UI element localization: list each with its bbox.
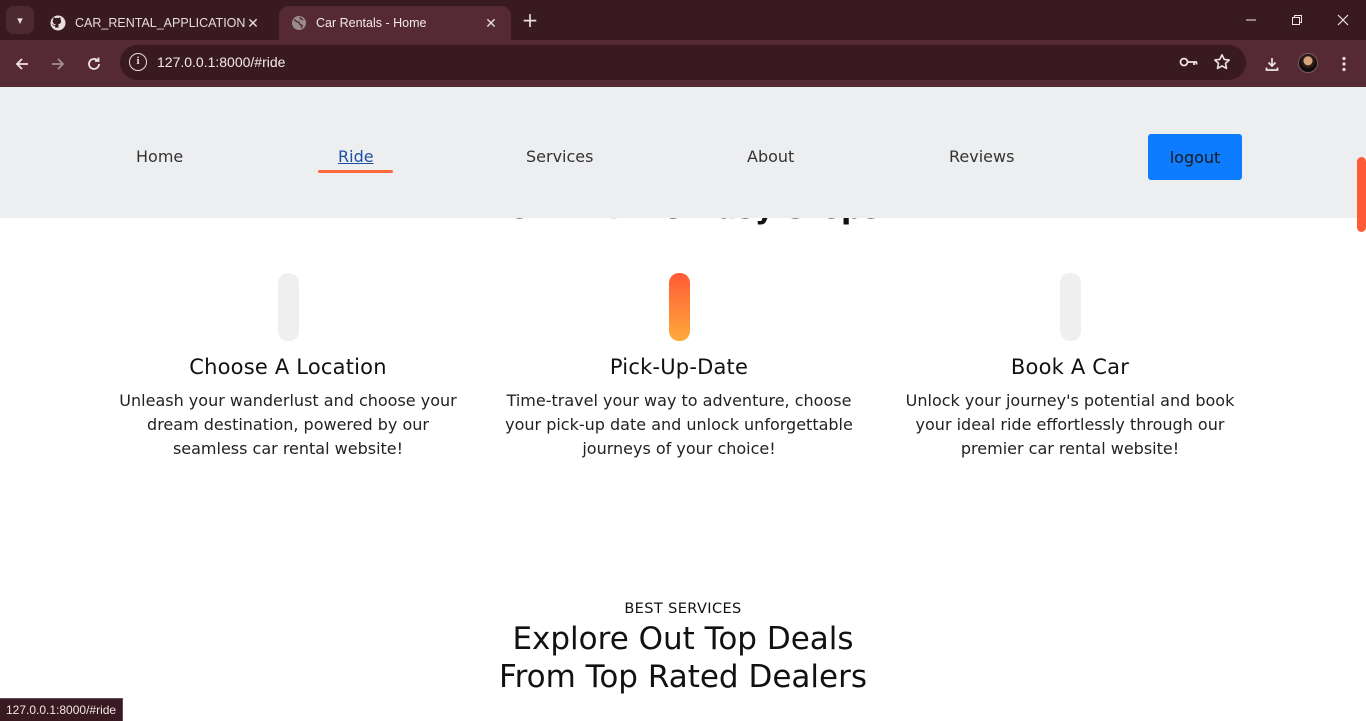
step-card-location: Choose A Location Unleash your wanderlus… <box>108 273 468 461</box>
forward-button[interactable] <box>45 51 71 77</box>
browser-toolbar: i 127.0.0.1:8000/#ride <box>0 40 1366 87</box>
profile-avatar[interactable] <box>1298 53 1318 73</box>
password-key-icon[interactable] <box>1178 51 1200 73</box>
site-navbar: Home Ride Services About Reviews logout <box>0 87 1366 218</box>
site-info-icon[interactable]: i <box>129 53 147 71</box>
step-indicator <box>1059 273 1081 341</box>
close-icon[interactable]: ✕ <box>245 15 261 32</box>
bookmark-star-icon[interactable] <box>1211 51 1233 73</box>
scrollbar-thumb[interactable] <box>1357 157 1366 232</box>
step-indicator-active <box>668 273 690 341</box>
step-indicator <box>277 273 299 341</box>
tab-title: CAR_RENTAL_APPLICATION/ppr <box>75 16 245 30</box>
minimize-button[interactable] <box>1228 6 1274 34</box>
reload-button[interactable] <box>81 51 107 77</box>
nav-reviews[interactable]: Reviews <box>949 147 1014 166</box>
chevron-down-icon: ▾ <box>17 13 23 27</box>
step-text: Unleash your wanderlust and choose your … <box>119 391 457 458</box>
page-viewport: Rent With 3 Easy Steps Home Ride Service… <box>0 87 1366 721</box>
nav-ride[interactable]: Ride <box>338 147 374 166</box>
deals-title-line1: Explore Out Top Deals <box>512 621 854 657</box>
nav-services[interactable]: Services <box>526 147 593 166</box>
browser-menu-icon[interactable] <box>1331 51 1357 77</box>
back-button[interactable] <box>9 51 35 77</box>
download-icon[interactable] <box>1259 51 1285 77</box>
link-status-bubble: 127.0.0.1:8000/#ride <box>0 698 124 721</box>
deals-title-line2: From Top Rated Dealers <box>499 659 867 695</box>
step-text: Unlock your journey's potential and book… <box>905 391 1235 458</box>
logout-button[interactable]: logout <box>1148 134 1242 180</box>
restore-button[interactable] <box>1274 6 1320 34</box>
step-title: Pick-Up-Date <box>609 355 749 379</box>
deals-eyebrow: BEST SERVICES <box>624 601 742 617</box>
globe-icon <box>291 15 307 31</box>
tab-car-rentals[interactable]: Car Rentals - Home ✕ <box>279 6 511 40</box>
github-icon <box>50 15 66 31</box>
nav-home[interactable]: Home <box>136 147 183 166</box>
deals-title: Explore Out Top Deals From Top Rated Dea… <box>0 620 1366 696</box>
tab-title: Car Rentals - Home <box>316 16 427 30</box>
step-card-book-car: Book A Car Unlock your journey's potenti… <box>890 273 1250 461</box>
nav-about[interactable]: About <box>747 147 794 166</box>
new-tab-button[interactable]: + <box>519 9 541 31</box>
nav-active-underline <box>318 170 393 173</box>
browser-tab-bar: ▾ CAR_RENTAL_APPLICATION/ppr ✕ Car Renta… <box>0 0 1366 40</box>
tab-search-button[interactable]: ▾ <box>6 6 34 34</box>
address-bar[interactable]: i 127.0.0.1:8000/#ride <box>120 45 1246 80</box>
step-card-pickup-date: Pick-Up-Date Time-travel your way to adv… <box>499 273 859 461</box>
step-title: Book A Car <box>1010 355 1130 379</box>
step-text: Time-travel your way to adventure, choos… <box>505 391 853 458</box>
close-window-button[interactable] <box>1320 6 1366 34</box>
url-text[interactable]: 127.0.0.1:8000/#ride <box>157 54 285 70</box>
close-icon[interactable]: ✕ <box>483 15 499 32</box>
tab-github[interactable]: CAR_RENTAL_APPLICATION/ppr ✕ <box>38 6 273 40</box>
step-title: Choose A Location <box>189 355 387 379</box>
